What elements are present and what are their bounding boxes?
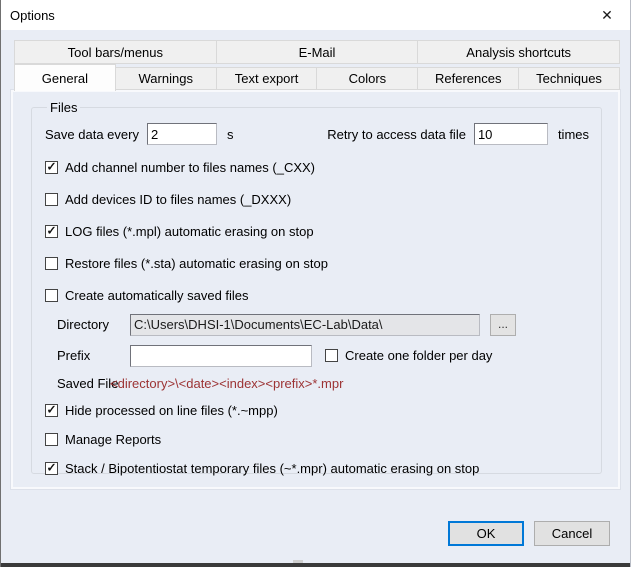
saved-file-row: Saved File <directory>\<date><index><pre…: [45, 375, 589, 391]
checkbox-manage-reports[interactable]: Manage Reports: [45, 429, 589, 449]
tab-email[interactable]: E-Mail: [217, 40, 419, 64]
save-every-label: Save data every: [45, 127, 139, 142]
tab-general[interactable]: General: [14, 64, 116, 91]
ok-button[interactable]: OK: [448, 521, 524, 546]
directory-label: Directory: [57, 317, 130, 332]
files-group: Files Save data every s Retry to access …: [31, 100, 602, 474]
save-every-input[interactable]: [147, 123, 217, 145]
checkbox-label: Add devices ID to files names (_DXXX): [65, 192, 291, 207]
checkbox-label: Add channel number to files names (_CXX): [65, 160, 315, 175]
checkbox-label: LOG files (*.mpl) automatic erasing on s…: [65, 224, 314, 239]
checkbox-box[interactable]: ✓: [45, 462, 58, 475]
tab-text-export[interactable]: Text export: [217, 67, 318, 90]
bottom-window-edge: [1, 563, 630, 567]
general-tab-panel: Files Save data every s Retry to access …: [11, 90, 620, 489]
checkbox-box[interactable]: [45, 257, 58, 270]
checkbox-box[interactable]: ✓: [45, 161, 58, 174]
tab-tool-bars-menus[interactable]: Tool bars/menus: [14, 40, 217, 64]
checkmark-icon: ✓: [46, 160, 56, 173]
retry-input[interactable]: [474, 123, 548, 145]
checkbox-label: Stack / Bipotentiostat temporary files (…: [65, 461, 479, 476]
browse-directory-button[interactable]: ...: [490, 314, 516, 336]
close-icon[interactable]: ✕: [584, 0, 630, 30]
tab-colors[interactable]: Colors: [317, 67, 418, 90]
cancel-button[interactable]: Cancel: [534, 521, 610, 546]
checkbox-label: Restore files (*.sta) automatic erasing …: [65, 256, 328, 271]
checkbox-label: Hide processed on line files (*.~mpp): [65, 403, 278, 418]
files-group-legend: Files: [47, 100, 80, 115]
tab-analysis-shortcuts[interactable]: Analysis shortcuts: [418, 40, 620, 64]
retry-label: Retry to access data file: [327, 127, 466, 142]
checkbox-add-channel-number[interactable]: ✓ Add channel number to files names (_CX…: [45, 157, 589, 177]
checkbox-hide-processed-files[interactable]: ✓ Hide processed on line files (*.~mpp): [45, 400, 589, 420]
retry-unit: times: [558, 127, 589, 142]
checkbox-stack-temp-files-erase[interactable]: ✓ Stack / Bipotentiostat temporary files…: [45, 458, 589, 478]
tab-techniques[interactable]: Techniques: [519, 67, 620, 90]
checkbox-create-auto-saved-files[interactable]: Create automatically saved files: [45, 285, 589, 305]
prefix-label: Prefix: [57, 348, 130, 363]
checkmark-icon: ✓: [46, 224, 56, 237]
checkbox-box[interactable]: [45, 433, 58, 446]
prefix-input[interactable]: [130, 345, 312, 367]
checkbox-label: Create one folder per day: [345, 348, 492, 363]
save-every-unit: s: [227, 127, 234, 142]
checkmark-icon: ✓: [46, 403, 56, 416]
tab-row-bottom: General Warnings Text export Colors Refe…: [14, 64, 620, 90]
retry-group: Retry to access data file times: [327, 123, 589, 145]
checkbox-label: Create automatically saved files: [65, 288, 249, 303]
tab-strip: Tool bars/menus E-Mail Analysis shortcut…: [14, 40, 620, 90]
checkbox-box[interactable]: [45, 289, 58, 302]
save-retry-row: Save data every s Retry to access data f…: [45, 123, 589, 145]
checkbox-box[interactable]: ✓: [45, 225, 58, 238]
checkbox-add-devices-id[interactable]: Add devices ID to files names (_DXXX): [45, 189, 589, 209]
options-dialog: Options ✕ Tool bars/menus E-Mail Analysi…: [0, 0, 631, 567]
title-bar: Options ✕: [1, 0, 630, 30]
checkbox-restore-files-erase[interactable]: Restore files (*.sta) automatic erasing …: [45, 253, 589, 273]
window-title: Options: [1, 8, 55, 23]
checkbox-label: Manage Reports: [65, 432, 161, 447]
dialog-button-row: OK Cancel: [1, 521, 630, 546]
checkbox-box[interactable]: [45, 193, 58, 206]
saved-file-pattern: <directory>\<date><index><prefix>*.mpr: [110, 376, 343, 391]
checkbox-box[interactable]: ✓: [45, 404, 58, 417]
prefix-row: Prefix Create one folder per day: [45, 344, 589, 367]
checkbox-box[interactable]: [325, 349, 338, 362]
directory-row: Directory ...: [45, 313, 589, 336]
directory-input: [130, 314, 480, 336]
tab-row-top: Tool bars/menus E-Mail Analysis shortcut…: [14, 40, 620, 64]
checkbox-create-folder-per-day[interactable]: Create one folder per day: [325, 348, 492, 363]
checkmark-icon: ✓: [46, 461, 56, 474]
checkbox-log-files-erase[interactable]: ✓ LOG files (*.mpl) automatic erasing on…: [45, 221, 589, 241]
tab-references[interactable]: References: [418, 67, 519, 90]
tab-warnings[interactable]: Warnings: [116, 67, 217, 90]
